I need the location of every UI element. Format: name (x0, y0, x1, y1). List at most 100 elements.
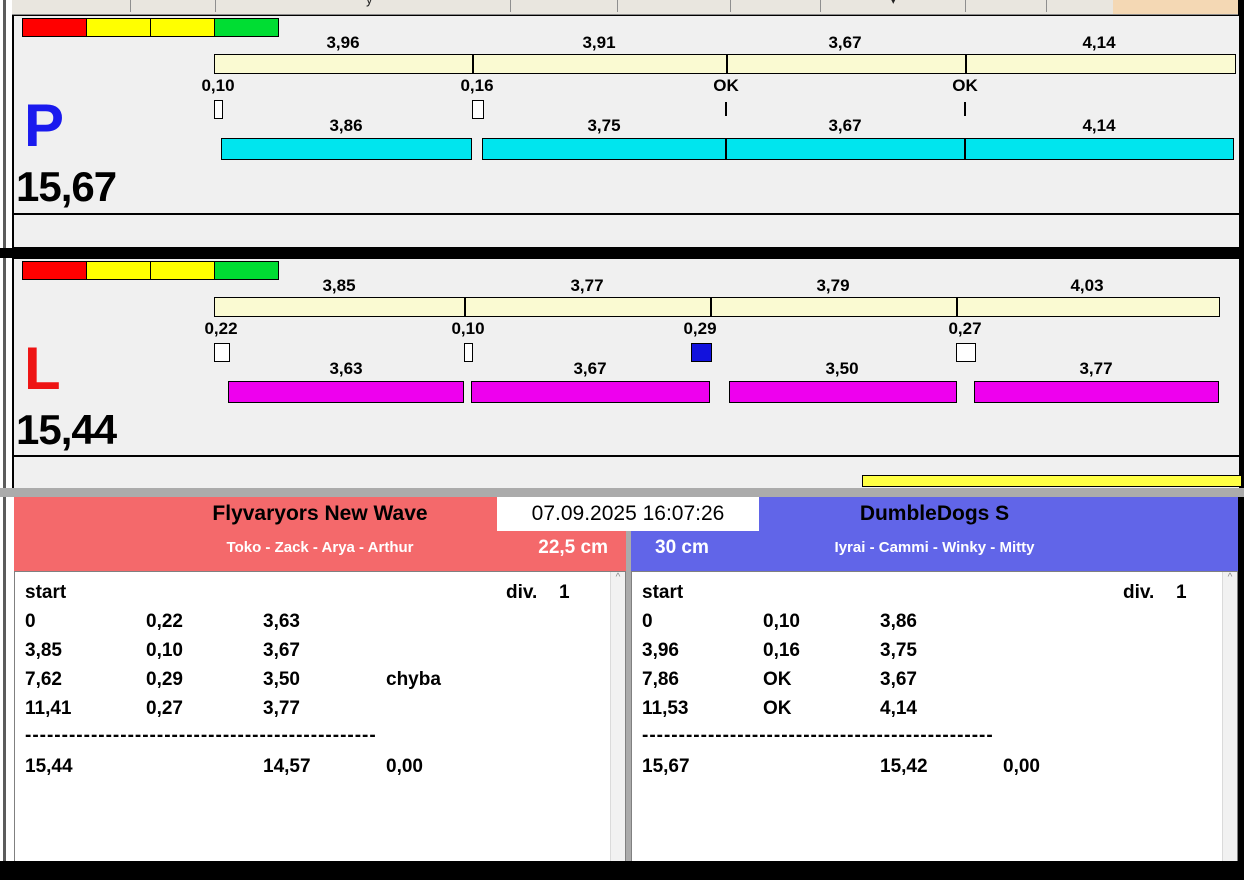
table-cell: 3,67 (263, 640, 300, 661)
table-start-label: start (642, 582, 684, 603)
table-cell: 3,63 (263, 611, 300, 632)
table-cell: 3,50 (263, 669, 300, 690)
chevron-down-icon[interactable]: ▾ (890, 0, 897, 8)
split-time-label: 3,96 (326, 33, 360, 52)
split-bar-divider (710, 298, 712, 316)
toolbar-highlight-area (1113, 0, 1238, 14)
crossing-ok-tick (964, 102, 966, 116)
toolbar-separator (617, 0, 618, 12)
table-cell: 3,77 (263, 698, 300, 719)
lane-p-band: P 15,67 3,96 0,10 3,86 3,91 0,16 3,75 3,67 OK 3,… (12, 15, 1240, 214)
team-left-roster: Toko - Zack - Arya - Arthur (226, 539, 414, 556)
table-division-label: div. (1123, 582, 1155, 603)
crossing-label: OK (952, 76, 978, 95)
crossing-gap-box (214, 343, 230, 362)
team-right-table: ^ start div. 1 0 0,10 3,86 3,96 0,16 3,75 7,86 OK 3… (631, 571, 1238, 863)
scroll-up-icon[interactable]: ^ (1223, 572, 1237, 584)
table-cell: 0,29 (146, 669, 183, 690)
dog-run-time-label: 3,67 (573, 359, 607, 378)
scrollbar[interactable]: ^ (1222, 572, 1237, 862)
dog-run-bar (729, 381, 957, 403)
table-cell: 3,85 (25, 640, 62, 661)
dog-run-time-label: 3,86 (329, 116, 363, 135)
table-separator-line: ----------------------------------------… (25, 725, 377, 746)
band-divider (0, 248, 1244, 258)
lane-p-chart: 3,96 0,10 3,86 3,91 0,16 3,75 3,67 OK 3,67 4,14 OK… (14, 16, 1239, 213)
table-cell: 0,27 (146, 698, 183, 719)
table-total-cell: 0,00 (386, 756, 423, 777)
table-cell: 7,62 (25, 669, 62, 690)
split-time-bar (214, 297, 1220, 317)
crossing-gap-box (472, 100, 484, 119)
table-cell: 0,16 (763, 640, 800, 661)
crossing-gap-box (464, 343, 473, 362)
team-right-jump-height: 30 cm (655, 537, 709, 558)
team-left-table: ^ start div. 1 0 0,22 3,63 3,85 0,10 3,67 7,62 0,2… (14, 571, 626, 863)
table-cell: 0 (642, 611, 653, 632)
toolbar-separator (965, 0, 966, 12)
split-bar-divider (726, 55, 728, 73)
crossing-label: 0,29 (683, 319, 717, 338)
crossing-label: 0,10 (451, 319, 485, 338)
flyball-timing-app: y ▾ P 15,67 3,960,103,863,910,163,753,67… (0, 0, 1244, 880)
dog-run-time-label: 4,14 (1082, 116, 1116, 135)
table-cell: 3,96 (642, 640, 679, 661)
table-cell: 3,67 (880, 669, 917, 690)
dog-run-time-label: 3,67 (828, 116, 862, 135)
crossing-gap-box (214, 100, 223, 119)
table-start-label: start (25, 582, 67, 603)
split-time-label: 4,03 (1070, 276, 1104, 295)
table-cell: 11,53 (642, 698, 689, 719)
table-total-cell: 0,00 (1003, 756, 1040, 777)
crossing-label: 0,22 (204, 319, 238, 338)
toolbar-strip[interactable]: y ▾ (0, 0, 1238, 15)
table-total-cell: 15,42 (880, 756, 928, 777)
team-right-roster: Iyrai - Cammi - Winky - Mitty (834, 539, 1035, 556)
split-time-label: 3,77 (570, 276, 604, 295)
toolbar-separator (215, 0, 216, 12)
crossing-label: 0,16 (460, 76, 494, 95)
dog-run-bar (965, 138, 1234, 160)
table-cell: 0 (25, 611, 36, 632)
split-time-label: 3,79 (816, 276, 850, 295)
panel-separator (0, 488, 1244, 497)
dog-run-bar (482, 138, 726, 160)
crossing-label: 0,27 (948, 319, 982, 338)
split-bar-divider (965, 55, 967, 73)
dog-run-time-label: 3,75 (587, 116, 621, 135)
lane-l-chart: 3,85 0,22 3,63 3,77 0,10 3,67 3,79 0,29 3,50 4,03… (14, 259, 1239, 455)
lane-l-empty-strip (12, 456, 1242, 489)
timestamp: 07.09.2025 16:07:26 (497, 497, 759, 531)
split-time-bar (214, 54, 1236, 74)
dog-run-bar (974, 381, 1219, 403)
split-time-label: 4,14 (1082, 33, 1116, 52)
bottom-black-bar (0, 861, 1244, 880)
toolbar-partial-text: y (366, 0, 373, 7)
yellow-progress-bar (862, 475, 1242, 487)
table-total-cell: 15,44 (25, 756, 73, 777)
scroll-up-icon[interactable]: ^ (611, 572, 625, 584)
crossing-label: OK (713, 76, 739, 95)
dog-run-bar (726, 138, 965, 160)
scrollbar[interactable]: ^ (610, 572, 625, 862)
toolbar-separator (1046, 0, 1047, 12)
crossing-ok-tick (725, 102, 727, 116)
table-division-value: 1 (1176, 582, 1187, 603)
table-cell: 3,86 (880, 611, 917, 632)
dog-run-time-label: 3,77 (1079, 359, 1113, 378)
table-cell: chyba (386, 669, 441, 690)
lane-l-band: L 15,44 3,85 0,22 3,63 3,77 0,10 3,67 3,79 0,29… (12, 258, 1240, 456)
table-cell: 0,22 (146, 611, 183, 632)
crossing-label: 0,10 (201, 76, 235, 95)
crossing-fault-box (691, 343, 712, 362)
window-frame-left (0, 0, 12, 866)
table-cell: OK (763, 698, 792, 719)
toolbar-separator (820, 0, 821, 12)
team-left-jump-height: 22,5 cm (538, 537, 608, 558)
split-time-label: 3,91 (582, 33, 616, 52)
split-bar-divider (464, 298, 466, 316)
crossing-gap-box (956, 343, 976, 362)
dog-run-bar (471, 381, 710, 403)
table-cell: 11,41 (25, 698, 72, 719)
table-separator-line: ----------------------------------------… (642, 725, 994, 746)
